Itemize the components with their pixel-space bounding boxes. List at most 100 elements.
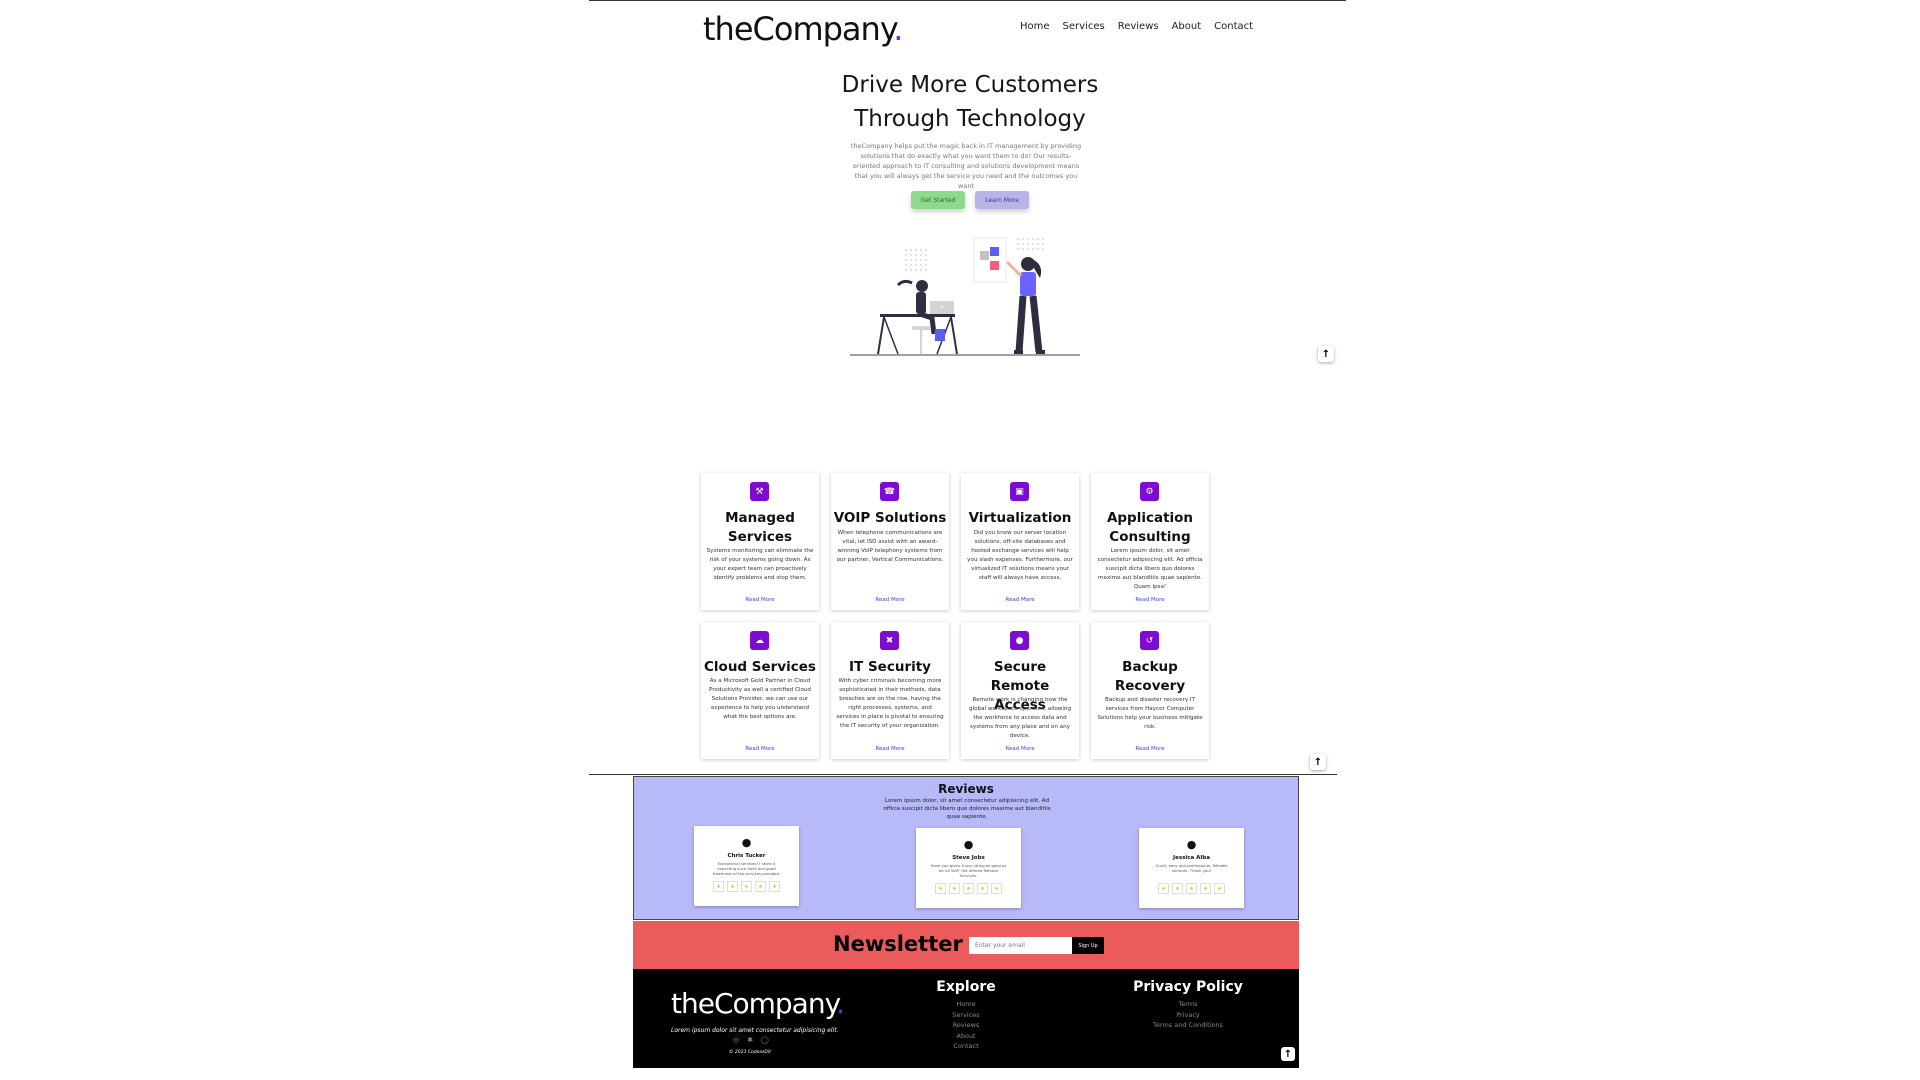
footer-link-services[interactable]: Services (916, 1010, 1016, 1021)
logo-dot: . (893, 10, 903, 48)
star-icon: ★ (713, 881, 724, 892)
user-icon: ● (1186, 838, 1197, 851)
footer-link-contact[interactable]: Contact (916, 1041, 1016, 1052)
service-title: Backup Recovery (1114, 659, 1186, 694)
shield-icon: ✖ (880, 631, 899, 650)
service-card-virtualization: ▣ Virtualization Did you know our server… (961, 473, 1079, 610)
service-card-security: ✖ IT Security With cyber criminals becom… (831, 622, 949, 759)
star-icon: ★ (1214, 883, 1225, 894)
service-card-remote-access: ● Secure Remote Access Remote work is ch… (961, 622, 1079, 759)
star-icon: ★ (991, 883, 1002, 894)
explore-links: Home Services Reviews About Contact (916, 999, 1016, 1052)
read-more-link[interactable]: Read More (701, 746, 819, 752)
dot-grid-left (904, 248, 928, 272)
hero-title-line1: Drive More Customers (841, 72, 1099, 98)
nav-services[interactable]: Services (1063, 21, 1105, 32)
footer-link-home[interactable]: Home (916, 999, 1016, 1010)
nav-about[interactable]: About (1172, 21, 1202, 32)
service-description: Backup and disaster recovery IT services… (1097, 697, 1203, 730)
nav-home[interactable]: Home (1020, 21, 1050, 32)
get-started-button[interactable]: Get Started (911, 191, 965, 209)
lock-icon: ● (1010, 631, 1029, 650)
main-nav: Home Services Reviews About Contact (1020, 21, 1253, 32)
cloud-icon: ☁ (750, 631, 769, 650)
service-description: Remote work is changing how the global w… (969, 697, 1071, 739)
learn-more-button[interactable]: Learn More (975, 191, 1029, 209)
server-icon: ▣ (1010, 482, 1029, 501)
review-text: Quick, easy and professional, Reliable s… (1155, 863, 1228, 873)
backup-icon: ↺ (1140, 631, 1159, 650)
newsletter-title: Newsletter (833, 932, 963, 956)
footer-logo[interactable]: theCompany. (671, 987, 845, 1020)
read-more-link[interactable]: Read More (831, 746, 949, 752)
star-icon: ★ (727, 881, 738, 892)
phone-icon: ☎ (880, 482, 899, 501)
gear-icon: ⚙ (1140, 482, 1159, 501)
nav-contact[interactable]: Contact (1214, 21, 1253, 32)
service-card-voip: ☎ VOIP Solutions When telephone communic… (831, 473, 949, 610)
hero-illustration (850, 237, 1080, 356)
service-card-backup: ↺ Backup Recovery Backup and disaster re… (1091, 622, 1209, 759)
scroll-to-top-button[interactable]: ↑ (1318, 346, 1334, 362)
read-more-link[interactable]: Read More (961, 597, 1079, 603)
service-title: IT Security (849, 659, 931, 675)
star-icon: ★ (741, 881, 752, 892)
star-rating: ★ ★ ★ ★ ★ (916, 883, 1021, 894)
github-icon[interactable]: ◯ (761, 1036, 769, 1044)
explore-title: Explore (936, 979, 996, 995)
service-title: Virtualization (968, 510, 1072, 526)
star-icon: ★ (963, 883, 974, 894)
footer-link-terms-conditions[interactable]: Terms and Conditions (1098, 1020, 1278, 1031)
read-more-link[interactable]: Read More (961, 746, 1079, 752)
read-more-link[interactable]: Read More (1091, 597, 1209, 603)
read-more-link[interactable]: Read More (1091, 746, 1209, 752)
star-icon: ★ (1200, 883, 1211, 894)
star-icon: ★ (1186, 883, 1197, 894)
scroll-to-top-button-2[interactable]: ↑ (1310, 754, 1326, 770)
star-icon: ★ (1158, 883, 1169, 894)
reviews-section: Reviews Lorem ipsum dolor, sit amet cons… (633, 776, 1299, 920)
user-icon: ● (963, 838, 974, 851)
service-description: When telephone communications are vital,… (836, 530, 944, 563)
footer: theCompany. Lorem ipsum dolor sit amet c… (633, 969, 1299, 1068)
service-description: As a Microsoft Gold Partner in Cloud Pro… (708, 678, 811, 720)
reviewer-name: Jessica Alba (1173, 855, 1210, 861)
star-icon: ★ (755, 881, 766, 892)
review-card: ● Jessica Alba Quick, easy and professio… (1139, 828, 1244, 908)
footer-link-about[interactable]: About (916, 1031, 1016, 1042)
read-more-link[interactable]: Read More (831, 597, 949, 603)
reviews-subtitle: Lorem ipsum dolor, sit amet consectetur … (883, 798, 1051, 820)
reviewer-name: Chris Tucker (727, 853, 766, 859)
instagram-icon[interactable]: ◎ (733, 1036, 739, 1044)
service-title: Managed Services (725, 510, 795, 545)
footer-link-terms[interactable]: Terms (1098, 999, 1278, 1010)
hero-title-line2: Through Technology (854, 106, 1086, 132)
twitter-icon[interactable]: ✱ (747, 1036, 753, 1044)
read-more-link[interactable]: Read More (701, 597, 819, 603)
scroll-to-top-button-3[interactable]: ↑ (1281, 1047, 1295, 1061)
footer-logo-text: theCompany (671, 987, 837, 1020)
review-card: ● Chris Tucker Exceptional services! I r… (694, 826, 799, 906)
service-title: Cloud Services (704, 659, 816, 675)
sign-up-button[interactable]: Sign Up (1072, 937, 1104, 954)
footer-link-reviews[interactable]: Reviews (916, 1020, 1016, 1031)
service-card-application: ⚙ Application Consulting Lorem ipsum dol… (1091, 473, 1209, 610)
service-description: With cyber criminals becoming more sophi… (836, 678, 944, 729)
service-title: VOIP Solutions (833, 510, 947, 526)
logo[interactable]: theCompany. (703, 10, 903, 48)
footer-link-privacy[interactable]: Privacy (1098, 1010, 1278, 1021)
nav-reviews[interactable]: Reviews (1118, 21, 1159, 32)
star-rating: ★ ★ ★ ★ ★ (694, 881, 799, 892)
service-description: Did you know our server location solutio… (967, 530, 1073, 581)
dot-grid-right (1016, 237, 1045, 251)
star-icon: ★ (769, 881, 780, 892)
star-rating: ★ ★ ★ ★ ★ (1139, 883, 1244, 894)
section-divider (589, 774, 1337, 775)
social-links: ◎ ✱ ◯ (733, 1036, 769, 1044)
service-description: Lorem ipsum dolor, sit amet consectetur … (1097, 548, 1203, 590)
newsletter-section: Newsletter Sign Up (633, 921, 1299, 969)
star-icon: ★ (935, 883, 946, 894)
service-description: Systems monitoring can eliminate the ris… (706, 548, 814, 581)
email-field[interactable] (969, 937, 1072, 954)
user-icon: ● (741, 836, 752, 849)
